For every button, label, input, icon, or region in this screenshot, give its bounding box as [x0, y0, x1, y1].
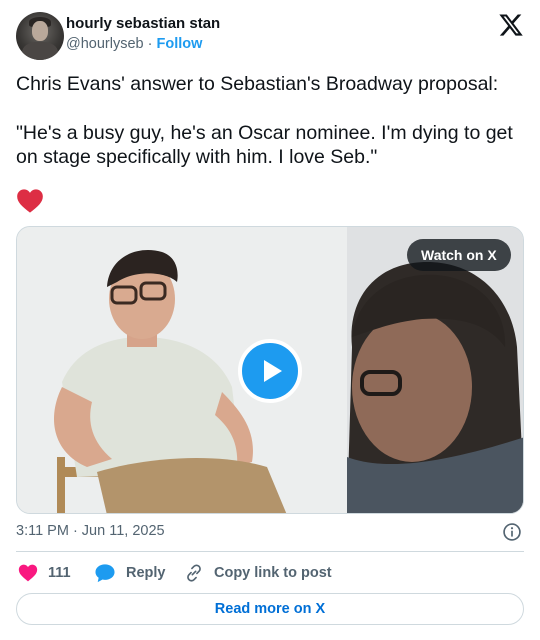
play-button[interactable] — [238, 339, 302, 403]
like-count: 111 — [48, 565, 71, 581]
like-button[interactable]: 111 — [18, 561, 71, 585]
divider — [16, 551, 524, 552]
reply-label: Reply — [126, 565, 166, 581]
read-more-button[interactable]: Read more on X — [16, 593, 524, 625]
follow-button[interactable]: Follow — [157, 36, 203, 52]
reply-bubble-icon — [95, 564, 115, 583]
action-bar: 111 Reply Copy link to post — [16, 561, 524, 585]
avatar-body — [22, 42, 58, 60]
handle-separator: · — [147, 36, 153, 52]
author-handle[interactable]: @hourlyseb — [66, 36, 144, 52]
heart-icon — [18, 564, 38, 582]
info-icon[interactable] — [502, 522, 522, 542]
post-text-line-1: Chris Evans' answer to Sebastian's Broad… — [16, 73, 499, 95]
avatar-face — [32, 21, 48, 41]
copy-link-button[interactable]: Copy link to post — [184, 561, 332, 585]
avatar[interactable] — [16, 12, 64, 60]
play-icon — [264, 360, 282, 382]
author-handle-row: @hourlyseb · Follow — [66, 36, 202, 52]
embedded-post-card: hourly sebastian stan @hourlyseb · Follo… — [0, 0, 540, 640]
link-icon — [187, 564, 201, 582]
video-media[interactable]: Watch on X — [16, 226, 524, 514]
post-text-line-2: "He's a busy guy, he's an Oscar nominee.… — [16, 121, 513, 169]
copy-link-label: Copy link to post — [214, 565, 332, 581]
post-timestamp[interactable]: 3:11 PM · Jun 11, 2025 — [16, 523, 165, 539]
post-text: Chris Evans' answer to Sebastian's Broad… — [16, 72, 526, 170]
author-display-name[interactable]: hourly sebastian stan — [66, 15, 220, 32]
x-logo-icon[interactable] — [498, 12, 524, 38]
red-heart-emoji-icon — [17, 189, 43, 213]
watch-on-x-button[interactable]: Watch on X — [407, 239, 511, 271]
reply-button[interactable]: Reply — [94, 561, 166, 585]
